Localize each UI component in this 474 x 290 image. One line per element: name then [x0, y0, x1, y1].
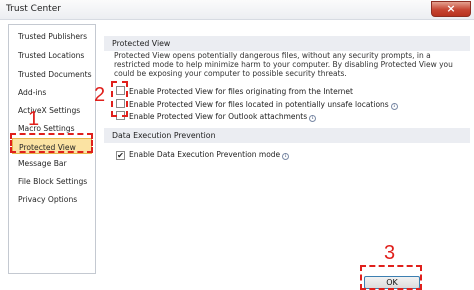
- option-unsafe-locations-label: Enable Protected View for files located …: [129, 100, 389, 109]
- sidebar-item-macro-settings[interactable]: Macro Settings: [18, 124, 75, 133]
- settings-panel: Protected View Protected View opens pote…: [104, 24, 470, 274]
- info-icon: i: [309, 115, 317, 122]
- annotation-step-1: 1: [28, 108, 40, 130]
- annotation-box-2: [111, 81, 128, 117]
- option-unsafe-locations[interactable]: Enable Protected View for files located …: [116, 99, 398, 110]
- close-button[interactable]: ×: [431, 1, 471, 17]
- annotation-box-1: [10, 133, 93, 153]
- option-outlook-attachments[interactable]: Enable Protected View for Outlook attach…: [116, 111, 317, 122]
- option-dep-mode-label: Enable Data Execution Prevention mode: [129, 150, 281, 159]
- window-title: Trust Center: [6, 4, 61, 14]
- checkbox-dep-mode[interactable]: ✔: [116, 151, 125, 160]
- annotation-step-3: 3: [384, 242, 396, 264]
- title-bar: Trust Center ×: [0, 0, 474, 20]
- option-internet-files[interactable]: Enable Protected View for files originat…: [116, 86, 353, 97]
- sidebar-item-trusted-documents[interactable]: Trusted Documents: [18, 70, 92, 79]
- info-icon: i: [282, 153, 290, 160]
- sidebar-item-privacy-options[interactable]: Privacy Options: [18, 195, 77, 204]
- protected-view-header: Protected View: [104, 36, 470, 51]
- option-dep-mode[interactable]: ✔ Enable Data Execution Prevention mode i: [116, 150, 290, 161]
- option-outlook-attachments-label: Enable Protected View for Outlook attach…: [129, 112, 308, 121]
- sidebar-item-trusted-locations[interactable]: Trusted Locations: [18, 51, 84, 60]
- sidebar-item-message-bar[interactable]: Message Bar: [18, 159, 67, 168]
- annotation-step-2: 2: [94, 84, 106, 106]
- annotation-box-3: [360, 265, 422, 290]
- sidebar-item-add-ins[interactable]: Add-ins: [18, 88, 46, 97]
- option-internet-files-label: Enable Protected View for files originat…: [129, 87, 353, 96]
- sidebar-item-file-block-settings[interactable]: File Block Settings: [18, 177, 87, 186]
- close-icon: ×: [446, 2, 456, 15]
- sidebar-item-trusted-publishers[interactable]: Trusted Publishers: [18, 32, 87, 41]
- data-execution-header: Data Execution Prevention: [104, 128, 470, 143]
- protected-view-description: Protected View opens potentially dangero…: [114, 51, 453, 79]
- dialog-body: Trusted Publishers Trusted Locations Tru…: [0, 20, 474, 290]
- info-icon: i: [390, 103, 398, 110]
